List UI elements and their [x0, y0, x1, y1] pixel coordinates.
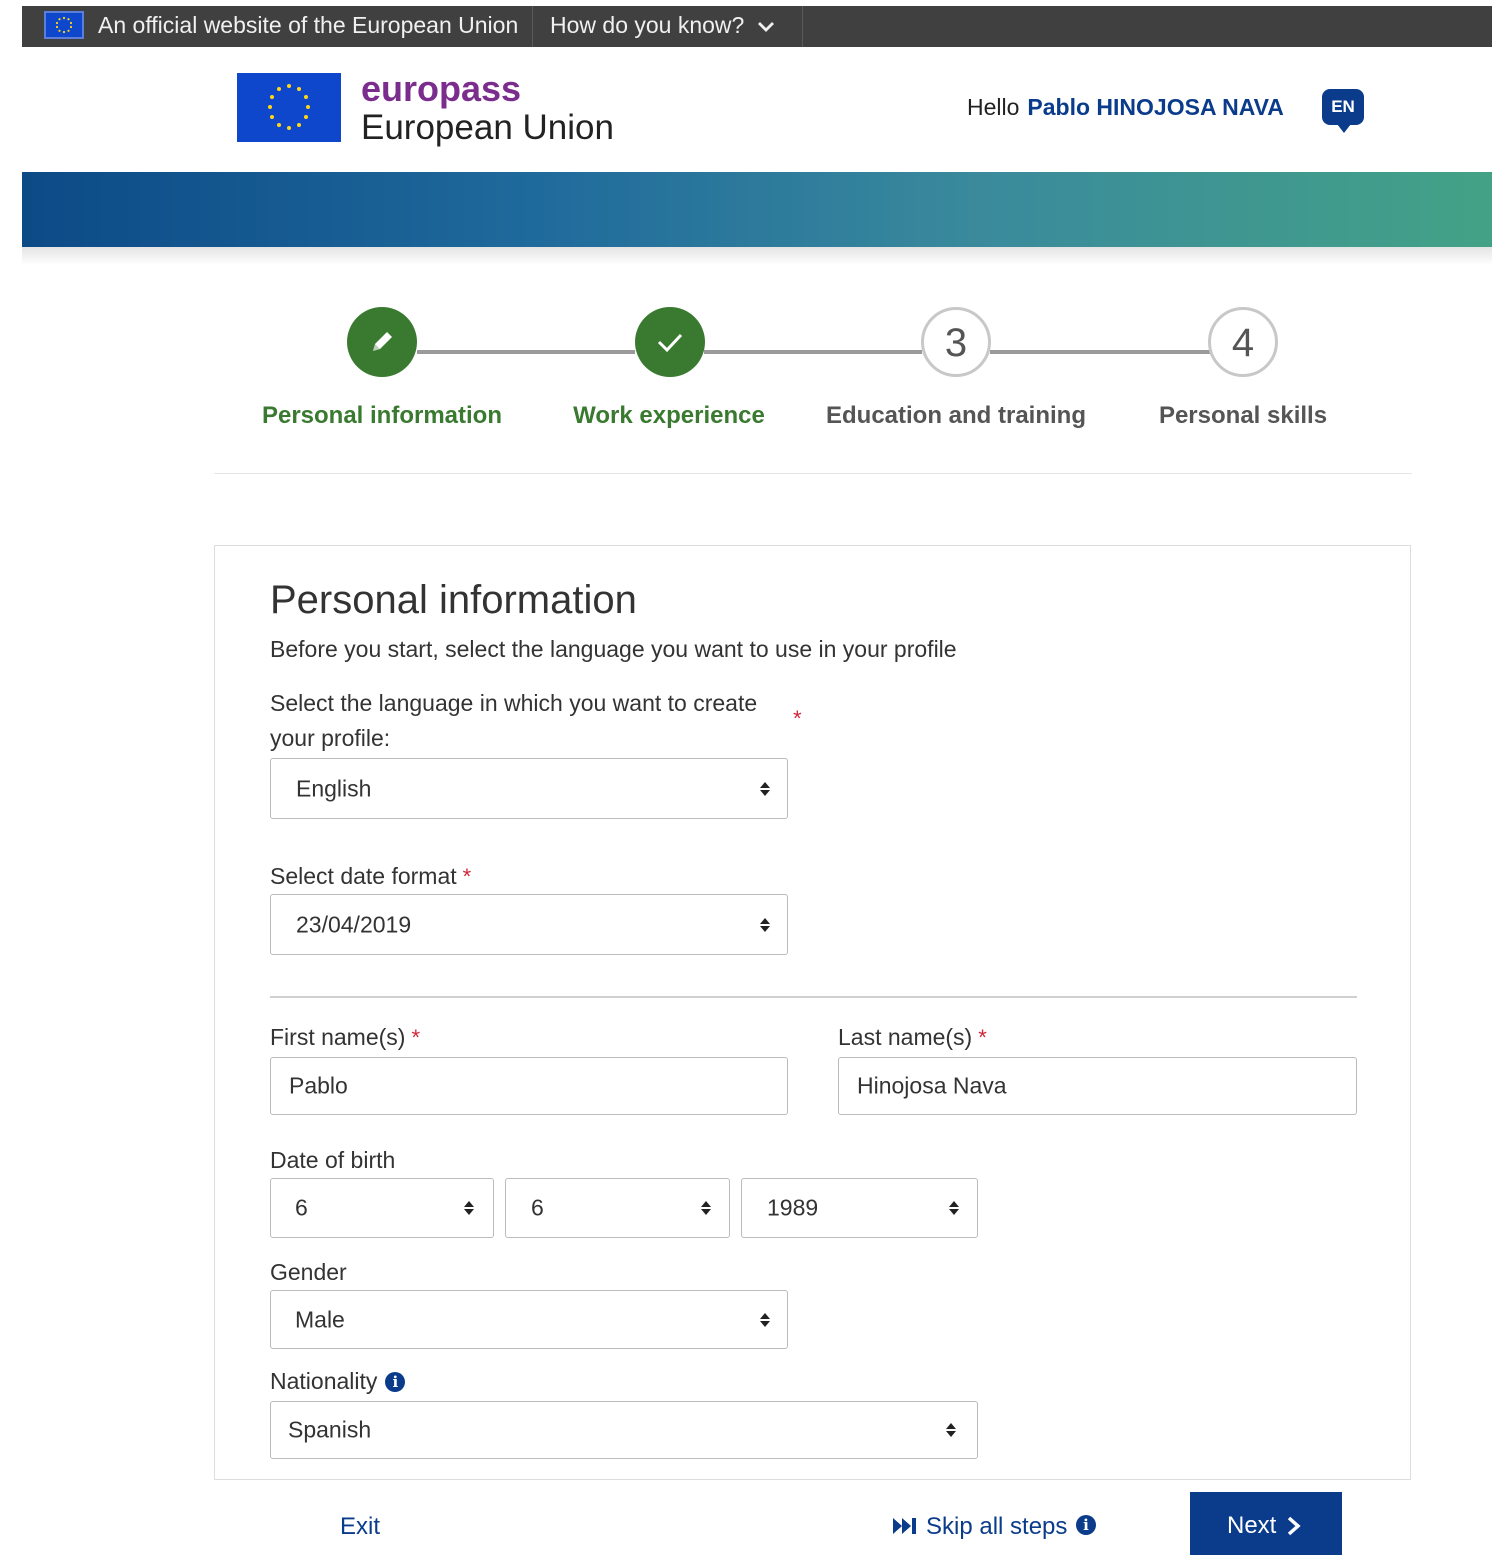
- date-format-label: Select date format *: [270, 859, 471, 894]
- step-2-circle[interactable]: [635, 307, 705, 377]
- step-4-label[interactable]: Personal skills: [1093, 402, 1393, 430]
- section-title: Personal information: [270, 578, 637, 622]
- sort-arrows-icon: [760, 1312, 770, 1327]
- progress-stepper: 3 4 Personal information Work experience…: [0, 0, 1492, 480]
- gender-label: Gender: [270, 1259, 347, 1285]
- profile-language-value: English: [296, 775, 372, 801]
- nationality-label: Nationality i: [270, 1364, 406, 1399]
- profile-language-select[interactable]: English: [270, 758, 788, 819]
- date-format-label-text: Select date format: [270, 863, 457, 889]
- checkmark-icon: [657, 333, 683, 353]
- gender-value: Male: [295, 1306, 345, 1332]
- first-name-label: First name(s) *: [270, 1020, 420, 1055]
- language-label-line: your profile:: [270, 725, 391, 751]
- language-label: Select the language in which you want to…: [270, 686, 757, 756]
- nationality-value: Spanish: [288, 1416, 372, 1443]
- section-intro: Before you start, select the language yo…: [270, 636, 957, 662]
- first-name-label-text: First name(s): [270, 1024, 406, 1050]
- exit-link[interactable]: Exit: [340, 1513, 380, 1541]
- sort-arrows-icon: [949, 1201, 959, 1215]
- last-name-value: Hinojosa Nava: [857, 1072, 1007, 1099]
- language-label-line: Select the language in which you want to…: [270, 690, 758, 716]
- step-1-label[interactable]: Personal information: [232, 402, 532, 430]
- skip-all-steps-label: Skip all steps: [926, 1513, 1068, 1540]
- skip-all-steps-link[interactable]: Skip all steps: [892, 1513, 1067, 1541]
- nationality-label-text: Nationality: [270, 1368, 378, 1394]
- dob-month-value: 6: [531, 1194, 544, 1221]
- steps-divider: [214, 473, 1412, 474]
- gender-select[interactable]: Male: [270, 1290, 788, 1349]
- sort-arrows-icon: [760, 917, 770, 932]
- step-connector: [704, 350, 922, 354]
- required-marker: *: [978, 1025, 987, 1050]
- form-divider: [270, 996, 1357, 998]
- step-connector: [417, 350, 635, 354]
- step-connector: [990, 350, 1210, 354]
- pencil-icon: [373, 332, 392, 351]
- required-marker: *: [411, 1025, 421, 1050]
- step-3-label[interactable]: Education and training: [806, 402, 1106, 430]
- sort-arrows-icon: [701, 1201, 711, 1215]
- skip-info-icon[interactable]: i: [1076, 1515, 1096, 1535]
- dob-day-select[interactable]: 6: [270, 1178, 494, 1238]
- date-format-value: 23/04/2019: [296, 911, 412, 937]
- date-format-select[interactable]: 23/04/2019: [270, 894, 788, 955]
- first-name-value: Pablo: [289, 1072, 348, 1099]
- step-2-label[interactable]: Work experience: [519, 402, 819, 430]
- chevron-right-icon: [1287, 1516, 1301, 1536]
- sort-arrows-icon: [946, 1423, 956, 1437]
- fast-forward-icon: [893, 1518, 916, 1534]
- step-4-circle[interactable]: 4: [1208, 307, 1278, 377]
- first-name-input[interactable]: Pablo: [270, 1057, 788, 1115]
- next-button-label: Next: [1227, 1512, 1277, 1539]
- last-name-input[interactable]: Hinojosa Nava: [838, 1057, 1357, 1115]
- last-name-label: Last name(s) *: [838, 1020, 987, 1055]
- dob-day-value: 6: [295, 1194, 308, 1221]
- required-marker: *: [462, 864, 472, 889]
- dob-month-select[interactable]: 6: [505, 1178, 730, 1238]
- next-button[interactable]: Next: [1190, 1492, 1342, 1555]
- date-of-birth-label: Date of birth: [270, 1147, 396, 1173]
- nationality-select[interactable]: Spanish: [270, 1401, 978, 1459]
- last-name-label-text: Last name(s): [838, 1024, 973, 1050]
- step-1-circle[interactable]: [347, 307, 417, 377]
- sort-arrows-icon: [760, 781, 770, 796]
- info-icon[interactable]: i: [385, 1372, 406, 1392]
- sort-arrows-icon: [464, 1201, 474, 1215]
- required-marker: *: [793, 706, 802, 731]
- dob-year-value: 1989: [767, 1194, 819, 1221]
- dob-year-select[interactable]: 1989: [741, 1178, 978, 1238]
- step-3-circle[interactable]: 3: [921, 307, 991, 377]
